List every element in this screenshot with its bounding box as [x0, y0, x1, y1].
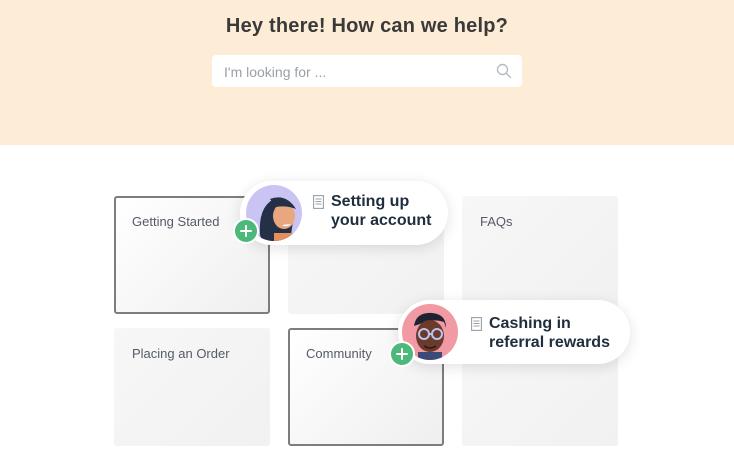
category-label: FAQs: [480, 214, 513, 229]
plus-icon[interactable]: [233, 218, 259, 244]
category-card-placing-an-order[interactable]: Placing an Order: [114, 328, 270, 446]
category-label: Community: [306, 346, 372, 361]
document-icon: [471, 317, 482, 331]
article-title: Cashing in referral rewards: [489, 314, 629, 352]
category-label: Getting Started: [132, 214, 220, 229]
article-popup-setting-up[interactable]: Setting up your account: [233, 181, 448, 245]
category-label: Placing an Order: [132, 346, 230, 361]
article-title-line: Cashing in: [489, 315, 571, 332]
document-icon: [313, 195, 324, 209]
article-popup-cashing-in[interactable]: Cashing in referral rewards: [389, 300, 630, 367]
article-title-line: Setting up: [331, 193, 410, 210]
article-title-line: your account: [331, 212, 432, 229]
hero-banner: Hey there! How can we help? I'm looking …: [0, 0, 734, 145]
plus-icon[interactable]: [389, 341, 415, 367]
article-title: Setting up your account: [331, 192, 461, 230]
search-bar[interactable]: I'm looking for ...: [212, 55, 522, 87]
search-input[interactable]: I'm looking for ...: [224, 64, 326, 80]
search-icon[interactable]: [496, 63, 512, 79]
page-title: Hey there! How can we help?: [225, 15, 509, 37]
category-card-faqs[interactable]: FAQs: [462, 196, 618, 314]
article-title-line: referral rewards: [489, 334, 610, 351]
